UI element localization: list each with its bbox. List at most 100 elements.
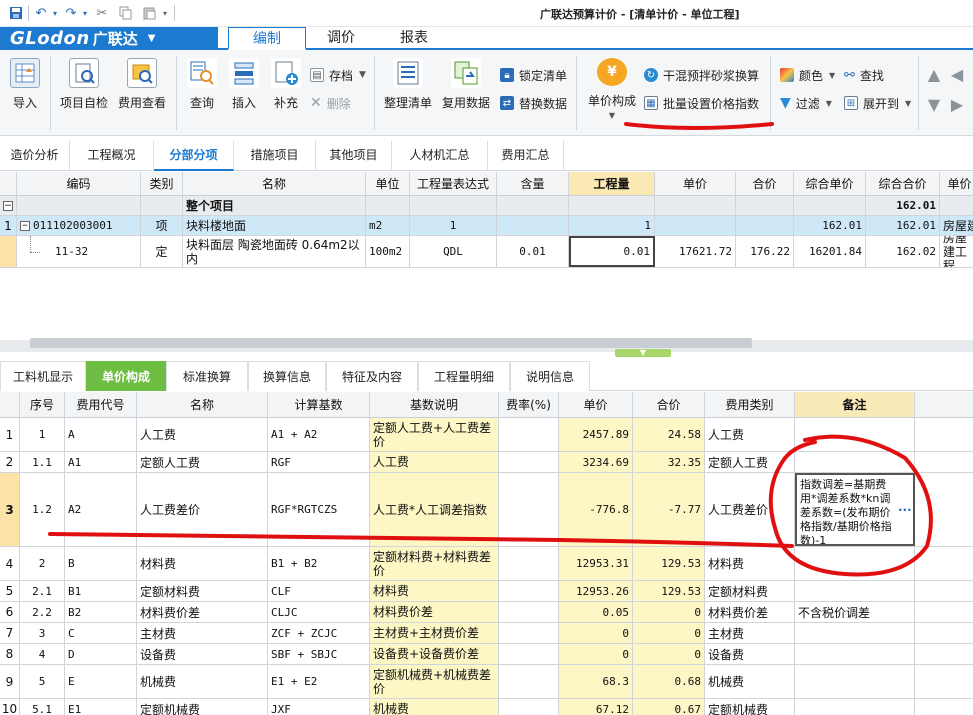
expand-to-button[interactable]: ⊞ 展开到 ▼ <box>844 92 911 114</box>
col-price[interactable]: 单价 <box>655 172 736 195</box>
tree-line <box>30 236 31 252</box>
undo-icon[interactable]: ↶ <box>32 3 50 23</box>
col-note[interactable]: 备注 <box>795 392 915 417</box>
tab-edit[interactable]: 编制 <box>228 27 306 50</box>
col-fee-code[interactable]: 费用代号 <box>65 392 137 417</box>
fee-check-button[interactable]: 费用查看 <box>114 58 170 120</box>
col-base-desc[interactable]: 基数说明 <box>370 392 499 417</box>
self-check-button[interactable]: 项目自检 <box>56 58 112 120</box>
ellipsis-icon[interactable]: ··· <box>898 503 912 517</box>
table-row[interactable]: 5 2.1 B1 定额材料费 CLF 材料费 12953.26 129.53 定额材料费 <box>0 581 973 602</box>
col-name[interactable]: 名称 <box>183 172 366 195</box>
col-unit-price[interactable]: 综合单价 <box>794 172 866 195</box>
collapse-icon[interactable]: − <box>20 220 30 231</box>
lock-list-button[interactable]: 🔒︎ 锁定清单 <box>500 64 567 86</box>
tab-labor-material-display[interactable]: 工料机显示 <box>0 361 86 391</box>
organize-list-button[interactable]: 整理清单 <box>382 58 434 120</box>
save-icon[interactable] <box>6 3 26 23</box>
col-expression[interactable]: 工程量表达式 <box>410 172 497 195</box>
tab-fee-summary[interactable]: 费用汇总 <box>488 141 564 171</box>
price-build-button[interactable]: ¥ 单价构成 ▼ <box>584 58 640 120</box>
dropdown-icon[interactable]: ▾ <box>160 3 170 23</box>
table-row[interactable]: 1 1 A 人工费 A1 + A2 定额人工费+人工费差价 2457.89 24.58 人工费 <box>0 418 973 452</box>
tab-report[interactable]: 报表 <box>378 27 450 50</box>
col-code[interactable]: 编码 <box>17 172 141 195</box>
paste-icon[interactable] <box>140 3 158 23</box>
col-fee-total[interactable]: 合价 <box>633 392 705 417</box>
cell-base: SBF + SBJC <box>268 644 370 664</box>
reuse-data-button[interactable]: 复用数据 <box>438 58 494 120</box>
move-left-icon[interactable]: ◀ <box>947 64 967 84</box>
col-content[interactable]: 含量 <box>497 172 569 195</box>
table-row[interactable]: 1 − 011102003001 项 块料楼地面 m2 1 1 162.01 1… <box>0 216 973 236</box>
cell-note <box>795 418 915 451</box>
table-row-whole-project[interactable]: − 整个项目 162.01 <box>0 196 973 216</box>
supplement-button[interactable]: 补充 <box>266 58 306 120</box>
table-row[interactable]: 2 1.1 A1 定额人工费 RGF 人工费 3234.69 32.35 定额人工费 <box>0 452 973 473</box>
table-row[interactable]: 4 2 B 材料费 B1 + B2 定额材料费+材料费差价 12953.31 129.53 材料… <box>0 547 973 581</box>
horizontal-scrollbar[interactable] <box>30 338 752 348</box>
table-row[interactable]: 10 5.1 E1 定额机械费 JXF 机械费 67.12 0.67 定额机械费 <box>0 699 973 715</box>
table-row[interactable]: 9 5 E 机械费 E1 + E2 定额机械费+机械费差价 68.3 0.68 机械费 <box>0 665 973 699</box>
collapse-icon[interactable]: − <box>3 200 13 211</box>
col-seq[interactable]: 序号 <box>20 392 65 417</box>
col-price-extra[interactable]: 单价 <box>940 172 973 195</box>
color-button[interactable]: 颜色 ▼ <box>780 64 835 86</box>
filter-button[interactable]: ▼ 过滤 ▼ <box>780 92 832 114</box>
tab-price-adjust[interactable]: 调价 <box>306 27 376 50</box>
move-up-icon[interactable]: ▲ <box>924 64 944 84</box>
splitter-handle-icon[interactable]: ▼ <box>615 349 671 357</box>
tab-labor-material-summary[interactable]: 人材机汇总 <box>392 141 488 171</box>
table-row[interactable]: 7 3 C 主材费 ZCF + ZCJC 主材费+主材费价差 0 0 主材费 <box>0 623 973 644</box>
move-down-icon[interactable]: ▼ <box>924 94 944 114</box>
cut-icon[interactable]: ✂ <box>93 3 111 23</box>
delete-button[interactable]: ✕ 删除 <box>310 92 351 114</box>
cell-base: A1 + A2 <box>268 418 370 451</box>
cell-cat: 人工费差价 <box>705 473 795 546</box>
save-archive-button[interactable]: ▤ 存档 ▼ <box>310 64 366 86</box>
tab-quantity-detail[interactable]: 工程量明细 <box>418 361 510 391</box>
col-type[interactable]: 类别 <box>141 172 183 195</box>
tab-description[interactable]: 说明信息 <box>510 361 590 391</box>
undo-dropdown-icon[interactable]: ▾ <box>50 3 60 23</box>
find-button[interactable]: ⚯ 查找 <box>844 64 884 86</box>
cell-base: ZCF + ZCJC <box>268 623 370 643</box>
mortar-convert-button[interactable]: ↻ 干混预拌砂浆换算 <box>644 64 759 86</box>
col-base[interactable]: 计算基数 <box>268 392 370 417</box>
col-rate[interactable]: 费率(%) <box>499 392 559 417</box>
tab-project-overview[interactable]: 工程概况 <box>70 141 154 171</box>
batch-price-index-button[interactable]: ▦ 批量设置价格指数 <box>644 92 759 114</box>
col-unit[interactable]: 单位 <box>366 172 410 195</box>
tab-sub-items[interactable]: 分部分项 <box>154 141 234 171</box>
col-fee-price[interactable]: 单价 <box>559 392 633 417</box>
table-row[interactable]: 8 4 D 设备费 SBF + SBJC 设备费+设备费价差 0 0 设备费 <box>0 644 973 665</box>
redo-dropdown-icon[interactable]: ▾ <box>80 3 90 23</box>
col-quantity[interactable]: 工程量 <box>569 172 655 195</box>
col-total[interactable]: 合价 <box>736 172 794 195</box>
col-fee-category[interactable]: 费用类别 <box>705 392 795 417</box>
copy-icon[interactable] <box>116 3 134 23</box>
tab-measures[interactable]: 措施项目 <box>234 141 316 171</box>
query-button[interactable]: 查询 <box>182 58 222 120</box>
table-row[interactable]: 3 1.2 A2 人工费差价 RGF*RGTCZS 人工费*人工调差指数 -776.8 -7.… <box>0 473 973 547</box>
tab-features[interactable]: 特征及内容 <box>326 361 418 391</box>
tab-convert-info[interactable]: 换算信息 <box>248 361 326 391</box>
note-input[interactable]: 指数调差=基期费用*调差系数*kn调差系数=(发布期价格指数/基期价格指数)-1 <box>795 473 915 546</box>
insert-button[interactable]: 插入 <box>224 58 264 120</box>
col-sum-price[interactable]: 综合合价 <box>866 172 940 195</box>
redo-icon[interactable]: ↷ <box>62 3 80 23</box>
reuse-icon <box>451 58 481 88</box>
move-right-icon[interactable]: ▶ <box>947 94 967 114</box>
tab-standard-convert[interactable]: 标准换算 <box>166 361 248 391</box>
quantity-input[interactable]: 0.01 <box>569 236 655 267</box>
col-fee-name[interactable]: 名称 <box>137 392 268 417</box>
tab-other-items[interactable]: 其他项目 <box>316 141 392 171</box>
replace-data-button[interactable]: ⇄ 替换数据 <box>500 92 567 114</box>
table-row[interactable]: 6 2.2 B2 材料费价差 CLJC 材料费价差 0.05 0 材料费价差 不含税价调差 <box>0 602 973 623</box>
tab-unit-price-build[interactable]: 单价构成 <box>86 361 166 391</box>
app-logo-button[interactable]: GLodon 广联达 ▼ <box>0 27 218 50</box>
table-row[interactable]: 11-32 定 块料面层 陶瓷地面砖 0.64m2以内 100m2 QDL 0.… <box>0 236 973 268</box>
tab-cost-analysis[interactable]: 造价分析 <box>0 141 70 171</box>
cell-price: 3234.69 <box>559 452 633 472</box>
import-button[interactable]: 导入 <box>4 58 46 120</box>
